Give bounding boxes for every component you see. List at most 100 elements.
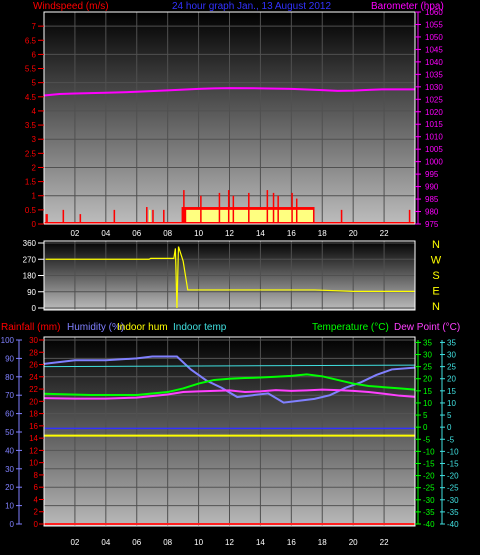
barometer-tick-label: 1045 <box>425 45 443 54</box>
humidity-tick-label: 20 <box>5 483 14 492</box>
temperature-tick-label: -25 <box>423 484 435 493</box>
windspeed-peak-bar <box>295 198 298 224</box>
humidity-tick-label: 10 <box>5 502 14 511</box>
humidity-tick-label: 40 <box>5 446 14 455</box>
barometer-axis-title: Barometer (hpa) <box>371 1 444 12</box>
direction-tick-label: 90 <box>27 288 36 297</box>
hour-tick-label: 02 <box>70 229 79 238</box>
wind-barometer-panel: 0 0.5 1 1.5 2 2.5 3 3.5 4 4.5 5 5.5 6 6.5 7 975 980 985 9… <box>25 1 444 238</box>
hour-tick-label: 08 <box>163 229 172 238</box>
barometer-tick-label: 1005 <box>425 145 443 154</box>
hour-tick-label: 12 <box>225 229 234 238</box>
windspeed-peak-bar <box>291 192 293 224</box>
hour-tick-label: 16 <box>287 229 296 238</box>
windspeed-peak-bar <box>277 195 279 224</box>
legend-dew-point: Dew Point (°C) <box>394 322 460 333</box>
windspeed-tick-label: 1.5 <box>25 178 37 187</box>
windspeed-peak-bar <box>232 195 235 224</box>
direction-tick-label: 270 <box>23 255 37 264</box>
hour-tick-label: 14 <box>256 538 265 547</box>
rainfall-tick-label: 30 <box>29 336 38 345</box>
temperature-tick-label: -10 <box>423 447 435 456</box>
windspeed-tick-label: 0 <box>32 220 37 229</box>
dewpoint-tick-label: 35 <box>447 338 456 347</box>
windspeed-tick-label: 6 <box>32 50 37 59</box>
hour-tick-label: 04 <box>101 229 110 238</box>
hour-tick-label: 16 <box>287 538 296 547</box>
temperature-tick-label: 15 <box>423 387 432 396</box>
barometer-tick-label: 1055 <box>425 20 443 29</box>
humidity-tick-label: 30 <box>5 465 14 474</box>
rainfall-tick-label: 14 <box>29 434 38 443</box>
windspeed-tick-label: 5 <box>32 79 37 88</box>
rainfall-tick-label: 10 <box>29 459 38 468</box>
dewpoint-tick-label: 5 <box>447 411 452 420</box>
humidity-tick-label: 80 <box>5 373 14 382</box>
rainfall-tick-label: 24 <box>29 373 38 382</box>
hour-tick-label: 10 <box>194 229 203 238</box>
rainfall-tick-label: 8 <box>34 471 39 480</box>
legend-humidity: Humidity (%) <box>67 322 124 333</box>
windspeed-peak-bar <box>272 192 275 224</box>
hour-tick-label: 06 <box>132 229 141 238</box>
barometer-tick-label: 1010 <box>425 133 443 142</box>
windspeed-tick-label: 7 <box>32 22 37 31</box>
windspeed-bar <box>152 209 154 224</box>
rainfall-tick-label: 4 <box>34 495 39 504</box>
barometer-tick-label: 1050 <box>425 33 443 42</box>
hour-tick-label: 04 <box>101 538 110 547</box>
temperature-tick-label: -15 <box>423 459 435 468</box>
windspeed-peak-bar <box>218 192 221 224</box>
direction-tick-label: 0 <box>32 304 37 313</box>
temperature-tick-label: 20 <box>423 375 432 384</box>
humidity-tick-label: 0 <box>10 520 15 529</box>
dewpoint-tick-label: -35 <box>447 508 459 517</box>
rainfall-tick-label: 26 <box>29 361 38 370</box>
windspeed-tick-label: 2.5 <box>25 149 37 158</box>
windspeed-tick-label: 3 <box>32 135 37 144</box>
barometer-tick-label: 990 <box>425 183 439 192</box>
barometer-tick-label: 1030 <box>425 83 443 92</box>
rainfall-tick-label: 20 <box>29 397 38 406</box>
dewpoint-tick-label: -20 <box>447 472 459 481</box>
barometer-tick-label: 1015 <box>425 120 443 129</box>
hour-tick-label: 02 <box>70 538 79 547</box>
dewpoint-tick-label: 10 <box>447 399 456 408</box>
windspeed-tick-label: 4 <box>32 107 37 116</box>
hour-tick-label: 18 <box>318 229 327 238</box>
windspeed-tick-label: 5.5 <box>25 65 37 74</box>
windspeed-tick-label: 3.5 <box>25 121 37 130</box>
barometer-tick-label: 1040 <box>425 58 443 67</box>
temperature-tick-label: -40 <box>423 520 435 529</box>
gust-bar <box>149 209 151 222</box>
hour-tick-label: 12 <box>225 538 234 547</box>
graph-title: 24 hour graph Jan., 13 August 2012 <box>172 1 331 12</box>
windspeed-bar <box>113 209 116 224</box>
hour-tick-label: 22 <box>380 229 389 238</box>
dewpoint-tick-label: 0 <box>447 423 452 432</box>
humidity-tick-label: 90 <box>5 354 14 363</box>
hour-tick-label: 20 <box>349 538 358 547</box>
rainfall-tick-label: 28 <box>29 348 38 357</box>
windspeed-tick-label: 6.5 <box>25 36 37 45</box>
windspeed-tick-label: 0.5 <box>25 206 37 215</box>
windspeed-peak-bar <box>183 190 185 224</box>
temperature-tick-label: -35 <box>423 508 435 517</box>
hour-tick-label: 20 <box>349 229 358 238</box>
barometer-tick-label: 985 <box>425 195 439 204</box>
rainfall-tick-label: 18 <box>29 410 38 419</box>
dewpoint-tick-label: -40 <box>447 520 459 529</box>
hour-tick-label: 14 <box>256 229 265 238</box>
hour-tick-label: 22 <box>380 538 389 547</box>
windspeed-peak-bar <box>266 190 269 224</box>
compass-label: S <box>432 270 439 282</box>
hour-tick-label: 10 <box>194 538 203 547</box>
barometer-tick-label: 980 <box>425 208 439 217</box>
windspeed-tick-label: 1 <box>32 192 37 201</box>
windspeed-bar <box>163 209 165 224</box>
compass-label: W <box>431 255 442 267</box>
humidity-tick-label: 50 <box>5 428 14 437</box>
compass-label: E <box>432 286 439 298</box>
legend-indoor-temp: Indoor temp <box>173 322 227 333</box>
rainfall-tick-label: 12 <box>29 446 38 455</box>
